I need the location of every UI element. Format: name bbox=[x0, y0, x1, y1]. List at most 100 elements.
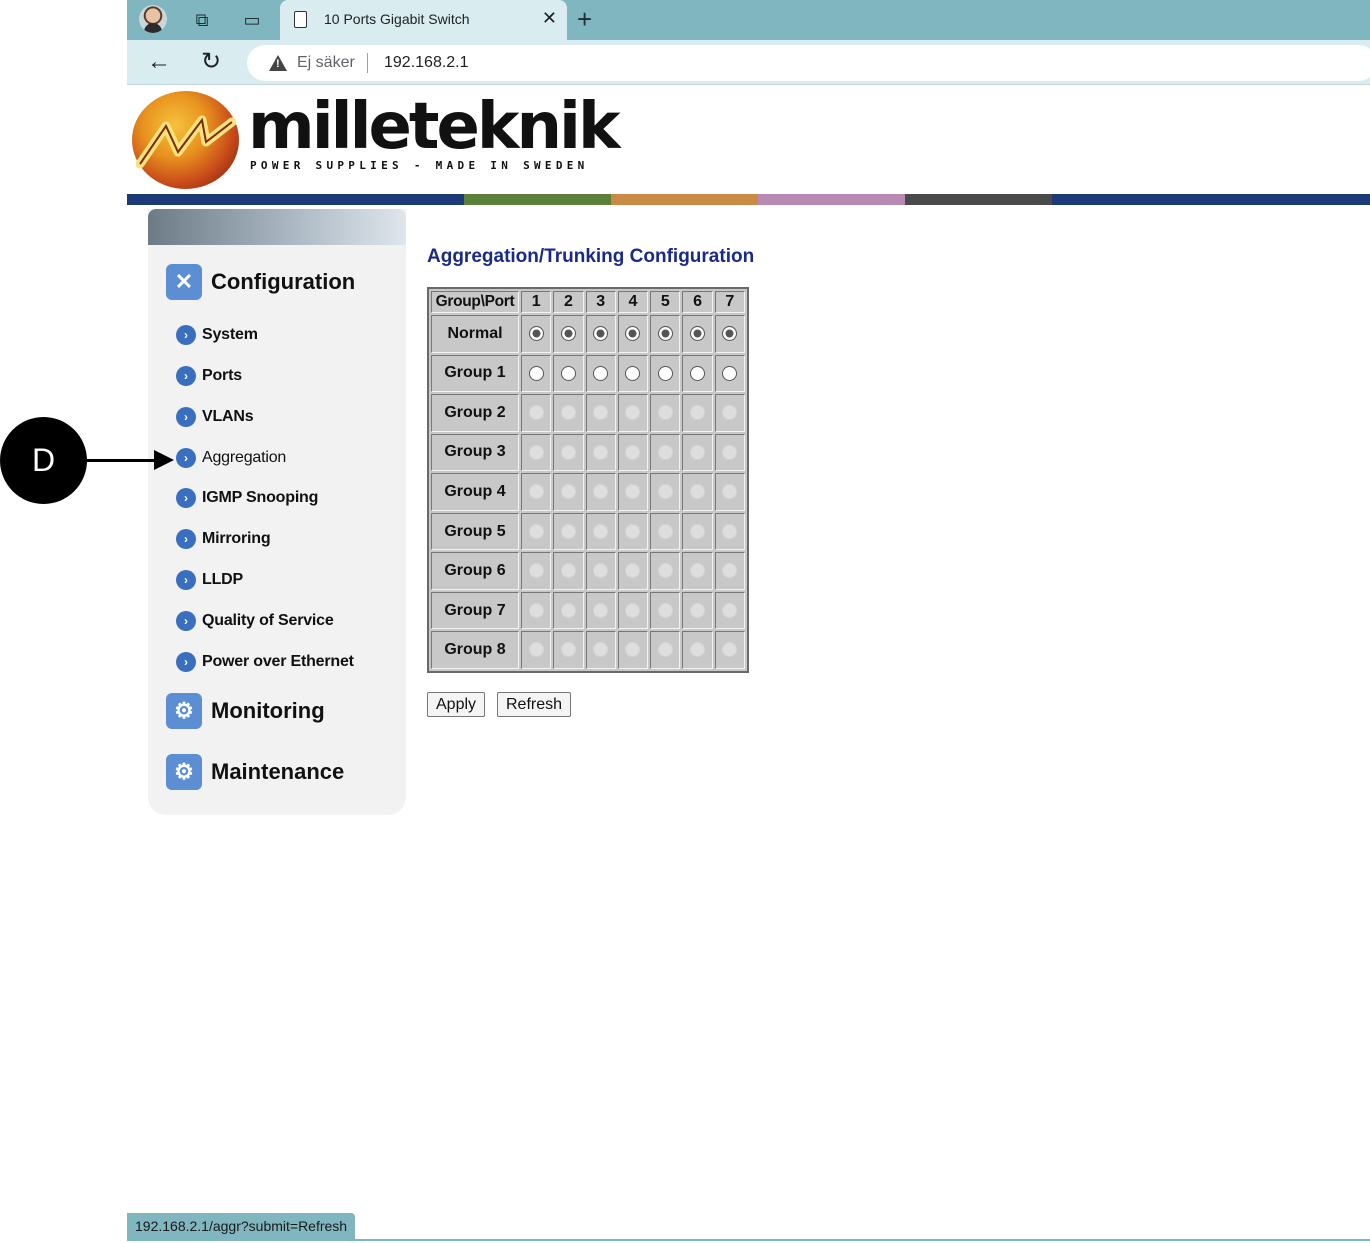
apply-button[interactable]: Apply bbox=[427, 692, 486, 717]
port-group-radio[interactable] bbox=[560, 365, 576, 381]
port-group-radio bbox=[560, 642, 576, 658]
chevron-right-icon: › bbox=[176, 448, 196, 468]
color-segment bbox=[127, 194, 464, 205]
port-group-radio bbox=[593, 563, 609, 579]
workspaces-icon[interactable]: ⧉ bbox=[188, 6, 216, 34]
port-group-radio[interactable] bbox=[625, 365, 641, 381]
port-cell bbox=[714, 591, 745, 630]
port-group-radio bbox=[528, 523, 544, 539]
port-group-radio bbox=[560, 563, 576, 579]
sidebar-item-power-over-ethernet[interactable]: › Power over Ethernet bbox=[176, 651, 354, 673]
logo-lightning-icon bbox=[136, 115, 236, 169]
menu-label: VLANs bbox=[202, 408, 254, 425]
security-label[interactable]: Ej säker bbox=[297, 54, 355, 72]
port-group-radio[interactable] bbox=[528, 365, 544, 381]
port-group-radio bbox=[625, 523, 641, 539]
port-group-radio[interactable] bbox=[593, 365, 609, 381]
url-text[interactable]: 192.168.2.1 bbox=[384, 54, 469, 72]
port-cell bbox=[650, 315, 681, 353]
sidebar-item-vlans[interactable]: › VLANs bbox=[176, 406, 254, 428]
port-group-radio bbox=[593, 602, 609, 618]
menu-label: Power over Ethernet bbox=[202, 653, 354, 670]
port-cell bbox=[521, 394, 552, 432]
port-cell bbox=[617, 315, 649, 353]
port-cell bbox=[650, 354, 681, 393]
port-group-radio bbox=[528, 444, 544, 460]
port-cell bbox=[682, 631, 713, 669]
port-group-radio bbox=[593, 523, 609, 539]
port-group-radio[interactable] bbox=[690, 326, 706, 342]
address-bar[interactable]: Ej säker 192.168.2.1 bbox=[247, 45, 1370, 81]
port-group-radio[interactable] bbox=[657, 326, 673, 342]
port-cell bbox=[650, 591, 681, 630]
sidebar-item-aggregation[interactable]: › Aggregation bbox=[176, 447, 286, 469]
sidebar-item-quality-of-service[interactable]: › Quality of Service bbox=[176, 610, 334, 632]
browser-tab-active[interactable]: 10 Ports Gigabit Switch ✕ bbox=[280, 0, 567, 40]
port-group-radio bbox=[657, 484, 673, 500]
back-arrow-icon[interactable]: ← bbox=[147, 48, 171, 76]
port-group-radio bbox=[560, 523, 576, 539]
table-row: Group 5 bbox=[431, 512, 745, 551]
annotation-callout: D bbox=[0, 417, 87, 504]
port-cell bbox=[682, 394, 713, 432]
table-row: Group 4 bbox=[431, 473, 745, 511]
port-cell bbox=[714, 354, 745, 393]
group-label: Group 2 bbox=[431, 394, 519, 432]
new-tab-plus-icon[interactable]: + bbox=[577, 4, 592, 35]
sidebar-section-configuration[interactable]: ✕ Configuration bbox=[166, 264, 355, 300]
port-cell bbox=[714, 315, 745, 353]
warning-icon[interactable] bbox=[269, 55, 287, 71]
chevron-right-icon: › bbox=[176, 570, 196, 590]
chevron-right-icon: › bbox=[176, 488, 196, 508]
refresh-button[interactable]: Refresh bbox=[497, 692, 572, 717]
sidebar-item-igmp-snooping[interactable]: › IGMP Snooping bbox=[176, 487, 318, 509]
monitor-tools-icon: ⚙ bbox=[166, 693, 202, 729]
sidebar-section-monitoring[interactable]: ⚙ Monitoring bbox=[166, 693, 325, 729]
port-group-radio[interactable] bbox=[625, 326, 641, 342]
port-group-radio bbox=[690, 642, 706, 658]
port-group-radio[interactable] bbox=[690, 365, 706, 381]
tab-actions-icon[interactable]: ▭ bbox=[238, 6, 266, 34]
chevron-right-icon: › bbox=[176, 325, 196, 345]
group-label: Group 5 bbox=[431, 512, 519, 551]
port-cell bbox=[714, 394, 745, 432]
tools-icon: ✕ bbox=[166, 264, 202, 300]
port-group-radio bbox=[593, 484, 609, 500]
port-cell bbox=[682, 354, 713, 393]
port-group-radio bbox=[690, 444, 706, 460]
profile-avatar[interactable] bbox=[139, 5, 167, 33]
page-title: Aggregation/Trunking Configuration bbox=[427, 246, 755, 267]
sidebar-item-ports[interactable]: › Ports bbox=[176, 365, 242, 387]
reload-icon[interactable]: ↻ bbox=[201, 47, 221, 76]
port-header: 1 bbox=[521, 291, 552, 313]
port-group-radio[interactable] bbox=[593, 326, 609, 342]
port-cell bbox=[585, 315, 616, 353]
close-tab-icon[interactable]: ✕ bbox=[542, 8, 557, 29]
sidebar-section-maintenance[interactable]: ⚙ Maintenance bbox=[166, 754, 344, 790]
port-group-radio bbox=[625, 484, 641, 500]
port-group-radio bbox=[722, 523, 738, 539]
port-group-radio[interactable] bbox=[560, 326, 576, 342]
port-group-radio bbox=[625, 602, 641, 618]
port-cell bbox=[617, 552, 649, 590]
port-group-radio bbox=[560, 602, 576, 618]
sidebar-item-mirroring[interactable]: › Mirroring bbox=[176, 528, 271, 550]
browser-toolbar: ← ↻ Ej säker 192.168.2.1 bbox=[127, 40, 1370, 85]
port-cell bbox=[617, 394, 649, 432]
table-row: Group 3 bbox=[431, 433, 745, 472]
port-group-radio bbox=[690, 405, 706, 421]
sidebar-item-lldp[interactable]: › LLDP bbox=[176, 569, 243, 591]
port-group-radio bbox=[625, 563, 641, 579]
port-group-radio[interactable] bbox=[722, 365, 738, 381]
port-group-radio[interactable] bbox=[528, 326, 544, 342]
sidebar-item-system[interactable]: › System bbox=[176, 324, 258, 346]
grid-body: Normal Group 1 Group 2 Group 3 Group 4 Group … bbox=[431, 315, 745, 669]
port-cell bbox=[617, 473, 649, 511]
port-cell bbox=[585, 433, 616, 472]
port-cell bbox=[521, 473, 552, 511]
port-group-radio[interactable] bbox=[722, 326, 738, 342]
port-group-radio[interactable] bbox=[657, 365, 673, 381]
port-cell bbox=[650, 552, 681, 590]
port-cell bbox=[650, 631, 681, 669]
port-cell bbox=[617, 354, 649, 393]
